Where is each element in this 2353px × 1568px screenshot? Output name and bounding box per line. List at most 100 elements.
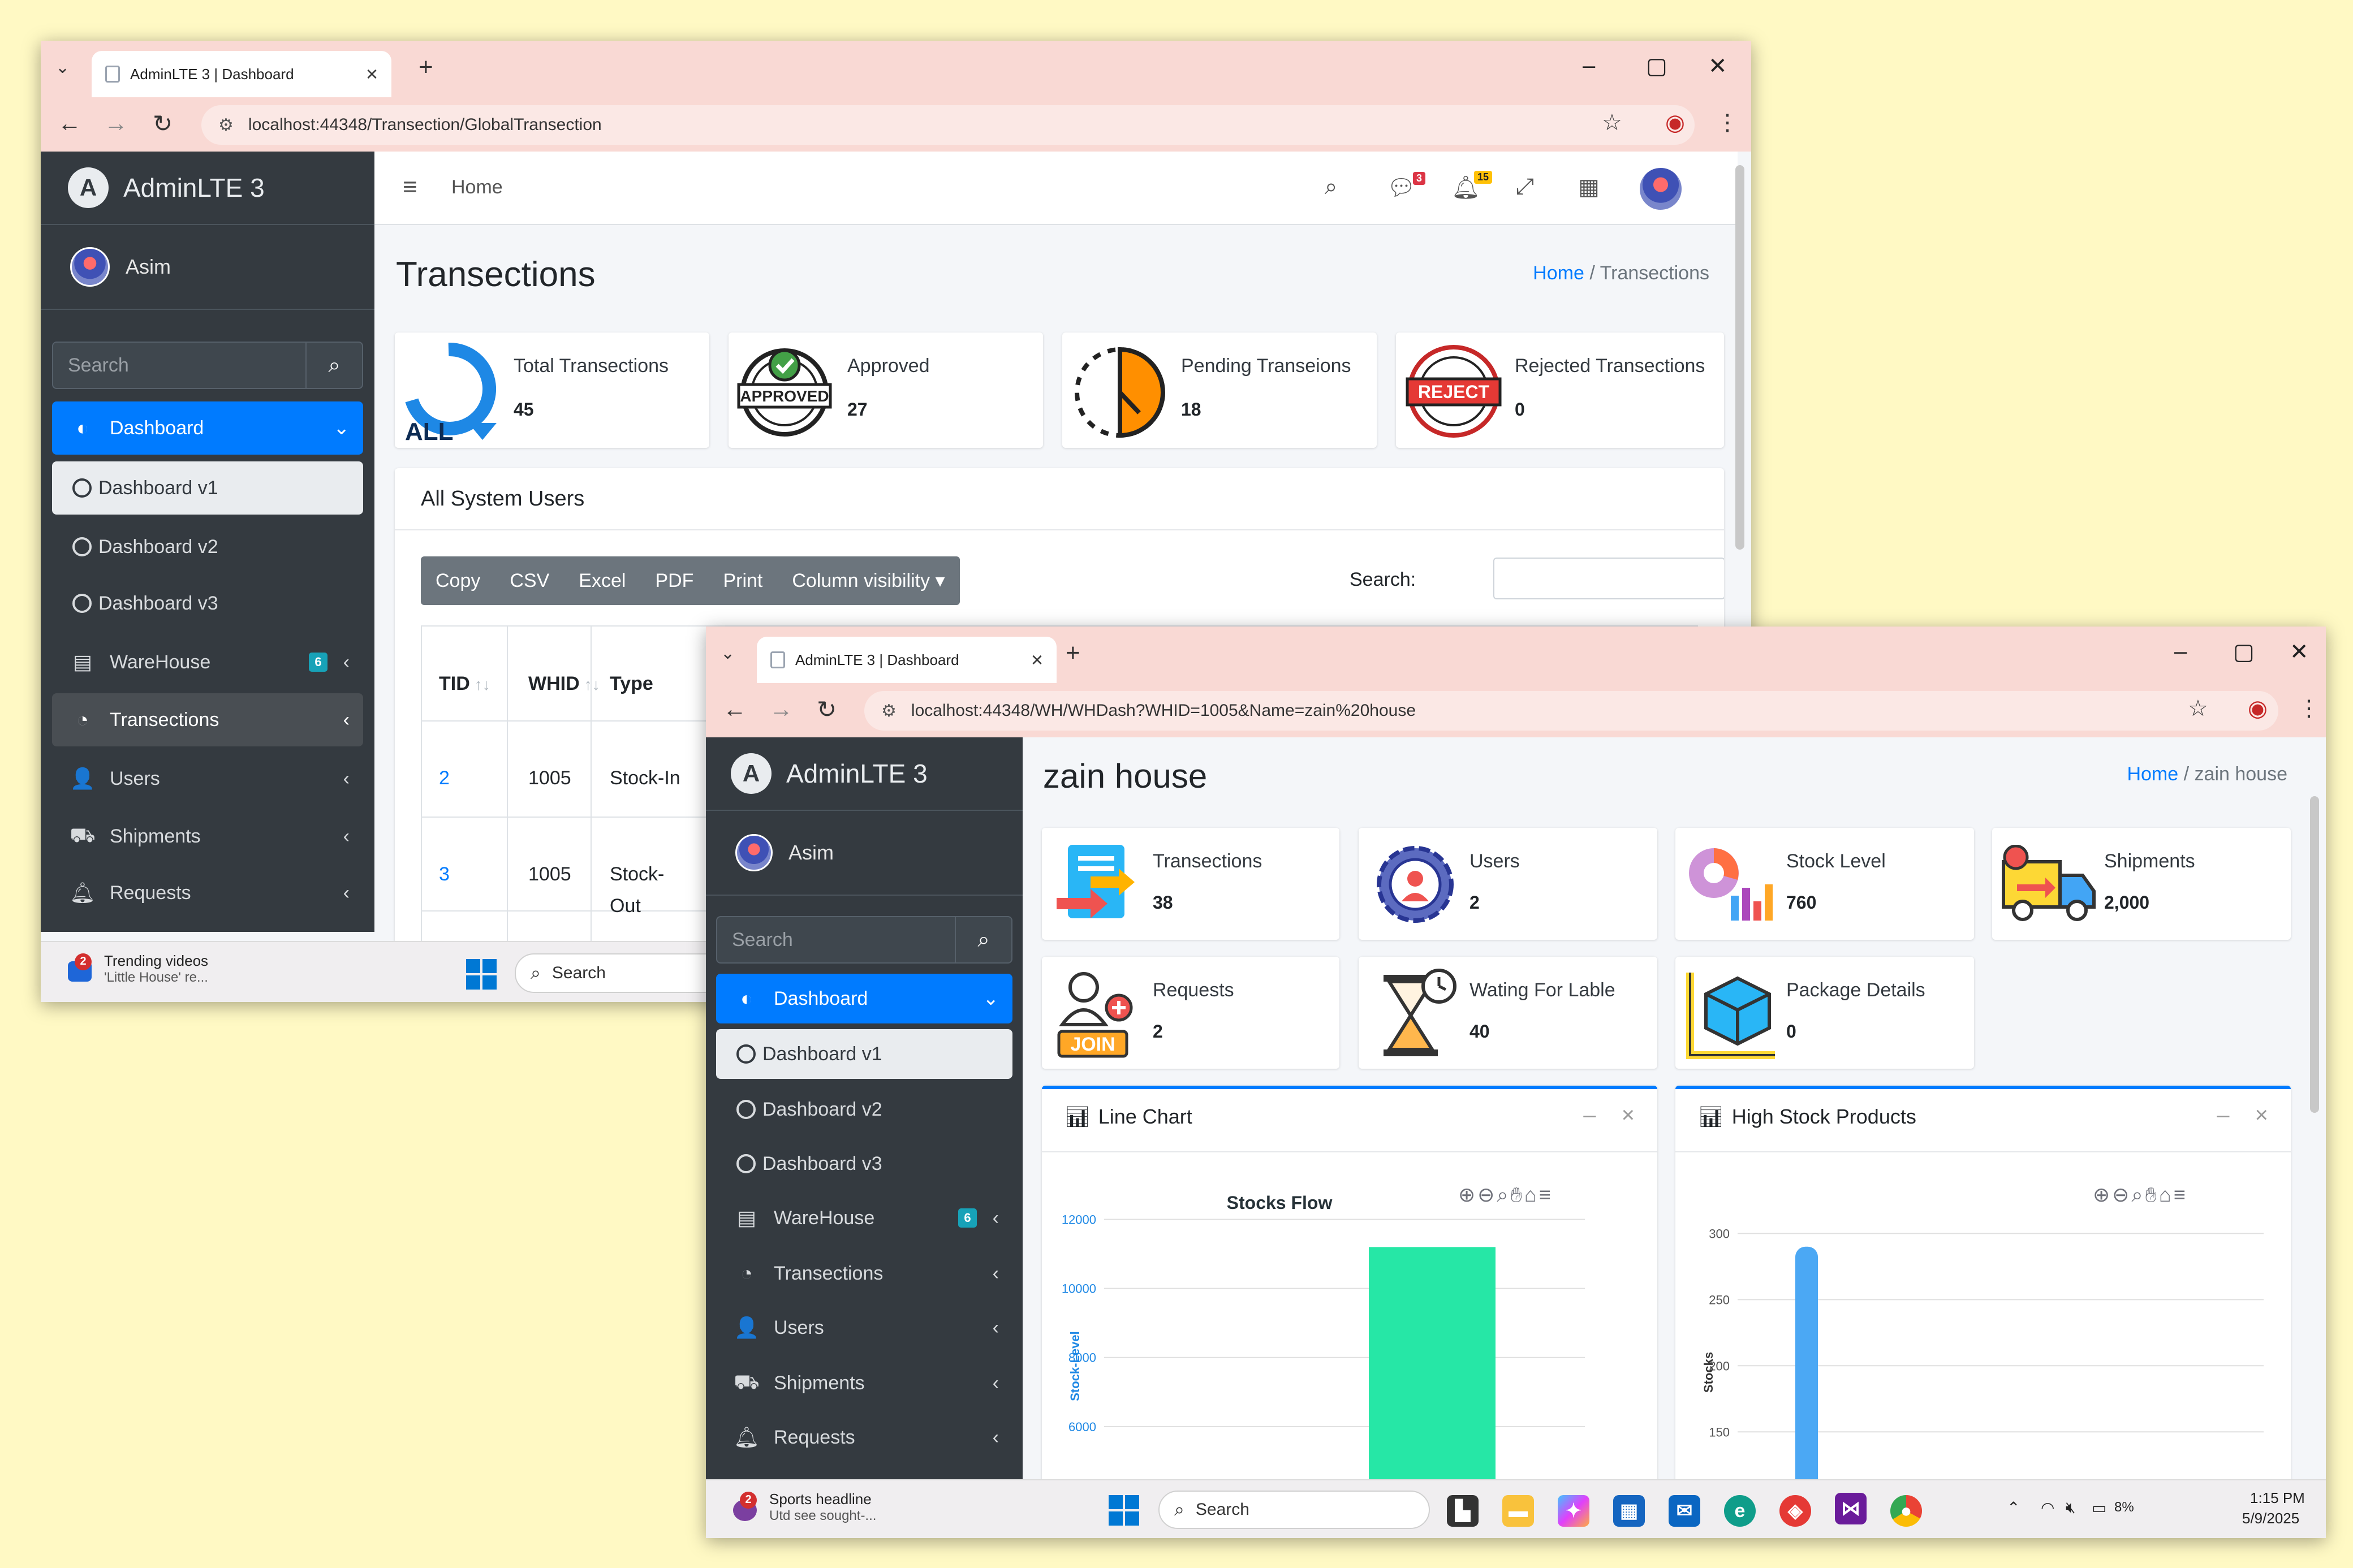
- restore-icon[interactable]: ▢: [2233, 639, 2255, 665]
- url-field[interactable]: ⚙ localhost:44348/WH/WHDash?WHID=1005&Na…: [864, 691, 2278, 731]
- brand-link[interactable]: A AdminLTE 3: [706, 737, 1023, 811]
- close-window-icon[interactable]: ✕: [2290, 639, 2309, 665]
- tab-list-icon[interactable]: ⌄: [55, 58, 70, 77]
- copy-button[interactable]: Copy: [421, 556, 495, 605]
- file-explorer-icon[interactable]: ▬: [1502, 1495, 1534, 1527]
- wifi-icon[interactable]: ◠: [2041, 1498, 2054, 1517]
- tab-list-icon[interactable]: ⌄: [721, 643, 735, 663]
- taskbar-search[interactable]: ⌕ Search: [1158, 1491, 1430, 1529]
- search-icon[interactable]: ⌕: [955, 917, 1011, 962]
- sidebar-search[interactable]: Search ⌕: [52, 342, 363, 389]
- sidebar-search-input[interactable]: Search: [53, 343, 305, 388]
- site-settings-icon[interactable]: ⚙: [881, 701, 897, 721]
- store-icon[interactable]: ▦: [1613, 1495, 1645, 1527]
- sidebar-item-dashboard-v1[interactable]: Dashboard v1: [716, 1029, 1012, 1079]
- tray-overflow-icon[interactable]: ⌃: [2007, 1498, 2020, 1517]
- new-tab-icon[interactable]: +: [419, 53, 433, 81]
- info-box-transections[interactable]: Transections 38: [1042, 828, 1339, 940]
- battery-icon[interactable]: ▭: [2092, 1498, 2106, 1517]
- sidebar-item-transections[interactable]: ◔ Transections ‹: [716, 1249, 1012, 1298]
- reload-icon[interactable]: ↻: [817, 696, 837, 723]
- browser-tab[interactable]: AdminLTE 3 | Dashboard ×: [92, 51, 391, 97]
- profile-icon[interactable]: ◉: [1665, 110, 1685, 136]
- sidebar-item-dashboard-v1[interactable]: Dashboard v1: [52, 461, 363, 515]
- sidebar-item-requests[interactable]: 🔔︎ Requests ‹: [716, 1413, 1012, 1462]
- clock-time[interactable]: 1:15 PM: [2250, 1489, 2305, 1507]
- outlook-icon[interactable]: ✉: [1669, 1495, 1700, 1527]
- close-tab-icon[interactable]: ×: [366, 62, 378, 86]
- news-widget[interactable]: 2 Trending videos 'Little House' re...: [66, 952, 208, 986]
- column-visibility-button[interactable]: Column visibility ▾: [777, 556, 959, 605]
- sidebar-item-shipments[interactable]: ⛟ Shipments ‹: [52, 810, 363, 863]
- volume-muted-icon[interactable]: 🔇︎: [2066, 1498, 2076, 1517]
- sidebar-item-users[interactable]: 👤 Users ‹: [52, 752, 363, 805]
- url-field[interactable]: ⚙ localhost:44348/Transection/GlobalTran…: [201, 105, 1695, 145]
- windows-start-icon[interactable]: [466, 959, 497, 990]
- bookmark-star-icon[interactable]: ☆: [2188, 696, 2208, 722]
- table-search-input[interactable]: [1493, 558, 1724, 599]
- breadcrumb-home-link[interactable]: Home: [2127, 763, 2178, 785]
- windows-start-icon[interactable]: [1109, 1495, 1139, 1526]
- info-box-stock-level[interactable]: Stock Level 760: [1675, 828, 1974, 940]
- pdf-button[interactable]: PDF: [640, 556, 708, 605]
- info-box-approved[interactable]: APPROVED Approved 27: [729, 332, 1043, 448]
- breadcrumb-home-link[interactable]: Home: [1533, 262, 1584, 284]
- info-box-shipments[interactable]: Shipments 2,000: [1992, 828, 2291, 940]
- sidebar-item-dashboard-v3[interactable]: Dashboard v3: [716, 1139, 1012, 1189]
- csv-button[interactable]: CSV: [495, 556, 564, 605]
- site-settings-icon[interactable]: ⚙: [218, 115, 234, 135]
- navbar-avatar[interactable]: [1638, 166, 1683, 211]
- sidebar-item-transections[interactable]: ◔ Transections ‹: [52, 693, 363, 746]
- info-box-total-transections[interactable]: ALL Total Transections 45: [395, 332, 709, 448]
- bookmark-star-icon[interactable]: ☆: [1602, 110, 1622, 136]
- back-icon[interactable]: ←: [723, 696, 747, 723]
- browser-tab[interactable]: AdminLTE 3 | Dashboard ×: [757, 637, 1057, 683]
- task-view-icon[interactable]: ▙: [1447, 1495, 1479, 1527]
- menu-toggle-icon[interactable]: ≡: [403, 173, 417, 201]
- restore-icon[interactable]: ▢: [1646, 53, 1667, 79]
- sidebar-search-input[interactable]: Search: [717, 917, 955, 962]
- search-icon[interactable]: ⌕: [1325, 174, 1337, 200]
- sidebar-item-dashboard-v3[interactable]: Dashboard v3: [52, 577, 363, 630]
- news-widget[interactable]: 2 Sports headline Utd see sought-...: [731, 1491, 876, 1524]
- close-card-icon[interactable]: ×: [1622, 1103, 1635, 1128]
- table-cell-tid[interactable]: 2: [439, 762, 450, 794]
- back-icon[interactable]: ←: [58, 110, 81, 137]
- column-header-whid[interactable]: WHID ↑↓: [528, 673, 600, 695]
- info-box-package-details[interactable]: Package Details 0: [1675, 957, 1974, 1069]
- sidebar-item-shipments[interactable]: ⛟ Shipments ‹: [716, 1358, 1012, 1408]
- forward-icon[interactable]: →: [104, 110, 128, 137]
- info-box-requests[interactable]: JOIN Requests 2: [1042, 957, 1339, 1069]
- sidebar-item-requests[interactable]: 🔔︎ Requests ‹: [52, 866, 363, 919]
- grid-apps-icon[interactable]: ▦: [1578, 174, 1600, 200]
- fullscreen-icon[interactable]: ⤢: [1516, 174, 1534, 200]
- minimize-icon[interactable]: –: [1583, 53, 1595, 79]
- new-tab-icon[interactable]: +: [1066, 639, 1080, 667]
- info-box-rejected[interactable]: REJECT Rejected Transections 0: [1396, 332, 1724, 448]
- browser-menu-icon[interactable]: ⋮: [2298, 696, 2320, 722]
- sidebar-item-warehouse[interactable]: ▤ WareHouse 6 ‹: [52, 636, 363, 689]
- close-tab-icon[interactable]: ×: [1031, 648, 1043, 672]
- search-icon[interactable]: ⌕: [305, 343, 362, 388]
- page-scrollbar[interactable]: [2310, 796, 2319, 1113]
- brave-icon[interactable]: ◈: [1779, 1495, 1811, 1527]
- brand-link[interactable]: A AdminLTE 3: [41, 152, 374, 225]
- close-window-icon[interactable]: ✕: [1708, 53, 1727, 79]
- info-box-pending[interactable]: Pending Transeions 18: [1062, 332, 1377, 448]
- navbar-home-link[interactable]: Home: [451, 176, 503, 198]
- print-button[interactable]: Print: [708, 556, 777, 605]
- sidebar-item-dashboard-v2[interactable]: Dashboard v2: [52, 520, 363, 573]
- page-scrollbar[interactable]: [1735, 165, 1744, 550]
- forward-icon[interactable]: →: [769, 696, 793, 723]
- chrome-icon[interactable]: ●: [1890, 1495, 1922, 1527]
- sidebar-item-warehouse[interactable]: ▤ WareHouse 6 ‹: [716, 1193, 1012, 1243]
- user-panel[interactable]: Asim: [706, 811, 1023, 896]
- visual-studio-icon[interactable]: ⋈: [1835, 1493, 1867, 1524]
- column-header-tid[interactable]: TID ↑↓: [439, 673, 490, 695]
- column-header-type[interactable]: Type: [610, 673, 653, 695]
- minimize-icon[interactable]: –: [2174, 639, 2187, 664]
- copilot-icon[interactable]: ✦: [1558, 1495, 1589, 1527]
- profile-icon[interactable]: ◉: [2248, 696, 2268, 722]
- excel-button[interactable]: Excel: [564, 556, 640, 605]
- sidebar-item-dashboard-v2[interactable]: Dashboard v2: [716, 1085, 1012, 1134]
